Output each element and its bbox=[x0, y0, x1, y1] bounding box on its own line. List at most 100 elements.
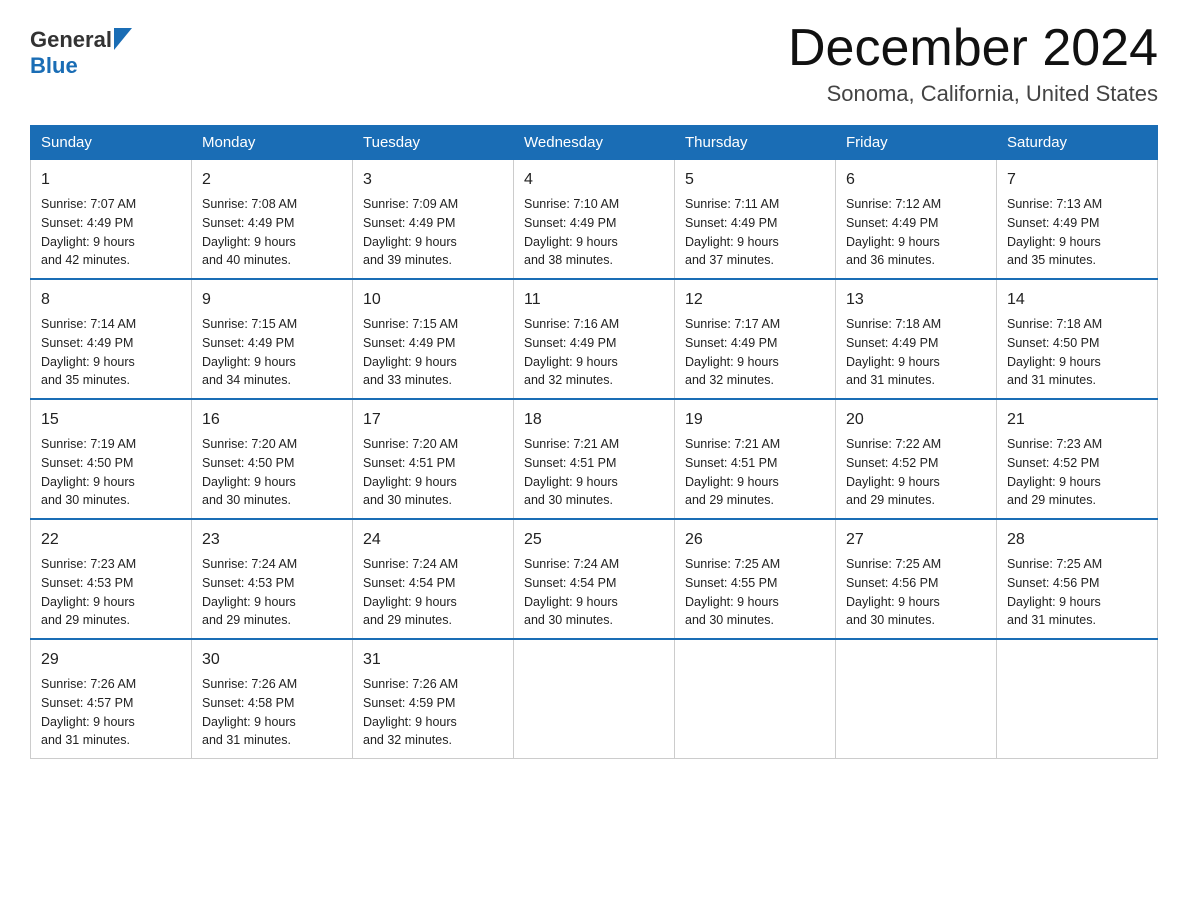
day-info: Sunrise: 7:14 AMSunset: 4:49 PMDaylight:… bbox=[41, 315, 181, 390]
day-number: 5 bbox=[685, 168, 825, 192]
table-row: 11Sunrise: 7:16 AMSunset: 4:49 PMDayligh… bbox=[514, 279, 675, 399]
col-wednesday: Wednesday bbox=[514, 126, 675, 160]
day-number: 7 bbox=[1007, 168, 1147, 192]
day-number: 23 bbox=[202, 528, 342, 552]
table-row: 6 Sunrise: 7:12 AMSunset: 4:49 PMDaylight… bbox=[836, 160, 997, 280]
day-info: Sunrise: 7:24 AMSunset: 4:54 PMDaylight:… bbox=[524, 555, 664, 630]
day-info: Sunrise: 7:18 AMSunset: 4:49 PMDaylight:… bbox=[846, 315, 986, 390]
table-row: 8Sunrise: 7:14 AMSunset: 4:49 PMDaylight… bbox=[31, 279, 192, 399]
table-row: 23 Sunrise: 7:24 AMSunset: 4:53 PMDayligh… bbox=[192, 519, 353, 639]
location-subtitle: Sonoma, California, United States bbox=[788, 81, 1158, 107]
day-info: Sunrise: 7:15 AMSunset: 4:49 PMDaylight:… bbox=[202, 315, 342, 390]
table-row: 21Sunrise: 7:23 AMSunset: 4:52 PMDayligh… bbox=[997, 399, 1158, 519]
day-info: Sunrise: 7:26 AMSunset: 4:58 PMDaylight:… bbox=[202, 675, 342, 750]
day-number: 11 bbox=[524, 288, 664, 312]
day-info: Sunrise: 7:18 AMSunset: 4:50 PMDaylight:… bbox=[1007, 315, 1147, 390]
calendar-table: Sunday Monday Tuesday Wednesday Thursday… bbox=[30, 125, 1158, 759]
calendar-week-row: 8Sunrise: 7:14 AMSunset: 4:49 PMDaylight… bbox=[31, 279, 1158, 399]
table-row: 28Sunrise: 7:25 AMSunset: 4:56 PMDayligh… bbox=[997, 519, 1158, 639]
table-row bbox=[836, 639, 997, 759]
day-number: 28 bbox=[1007, 528, 1147, 552]
table-row: 27Sunrise: 7:25 AMSunset: 4:56 PMDayligh… bbox=[836, 519, 997, 639]
col-sunday: Sunday bbox=[31, 126, 192, 160]
day-number: 24 bbox=[363, 528, 503, 552]
col-monday: Monday bbox=[192, 126, 353, 160]
logo-triangle-icon bbox=[112, 28, 132, 55]
day-number: 9 bbox=[202, 288, 342, 312]
logo-general-text: General bbox=[30, 27, 112, 53]
table-row: 26 Sunrise: 7:25 AMSunset: 4:55 PMDayligh… bbox=[675, 519, 836, 639]
day-info: Sunrise: 7:24 AMSunset: 4:54 PMDaylight:… bbox=[363, 555, 503, 630]
table-row: 24 Sunrise: 7:24 AMSunset: 4:54 PMDayligh… bbox=[353, 519, 514, 639]
calendar-week-row: 22 Sunrise: 7:23 AMSunset: 4:53 PMDayligh… bbox=[31, 519, 1158, 639]
day-info: Sunrise: 7:13 AMSunset: 4:49 PMDaylight:… bbox=[1007, 195, 1147, 270]
col-tuesday: Tuesday bbox=[353, 126, 514, 160]
day-number: 19 bbox=[685, 408, 825, 432]
day-info: Sunrise: 7:21 AMSunset: 4:51 PMDaylight:… bbox=[524, 435, 664, 510]
day-number: 15 bbox=[41, 408, 181, 432]
table-row: 17Sunrise: 7:20 AMSunset: 4:51 PMDayligh… bbox=[353, 399, 514, 519]
day-number: 16 bbox=[202, 408, 342, 432]
table-row: 30 Sunrise: 7:26 AMSunset: 4:58 PMDayligh… bbox=[192, 639, 353, 759]
table-row: 19 Sunrise: 7:21 AMSunset: 4:51 PMDayligh… bbox=[675, 399, 836, 519]
day-info: Sunrise: 7:24 AMSunset: 4:53 PMDaylight:… bbox=[202, 555, 342, 630]
day-number: 6 bbox=[846, 168, 986, 192]
day-info: Sunrise: 7:08 AMSunset: 4:49 PMDaylight:… bbox=[202, 195, 342, 270]
day-info: Sunrise: 7:12 AMSunset: 4:49 PMDaylight:… bbox=[846, 195, 986, 270]
table-row: 10Sunrise: 7:15 AMSunset: 4:49 PMDayligh… bbox=[353, 279, 514, 399]
day-info: Sunrise: 7:21 AMSunset: 4:51 PMDaylight:… bbox=[685, 435, 825, 510]
table-row: 25 Sunrise: 7:24 AMSunset: 4:54 PMDayligh… bbox=[514, 519, 675, 639]
table-row: 2 Sunrise: 7:08 AMSunset: 4:49 PMDaylight… bbox=[192, 160, 353, 280]
day-number: 13 bbox=[846, 288, 986, 312]
day-info: Sunrise: 7:15 AMSunset: 4:49 PMDaylight:… bbox=[363, 315, 503, 390]
table-row bbox=[997, 639, 1158, 759]
table-row bbox=[514, 639, 675, 759]
table-row: 18Sunrise: 7:21 AMSunset: 4:51 PMDayligh… bbox=[514, 399, 675, 519]
day-number: 22 bbox=[41, 528, 181, 552]
table-row: 16 Sunrise: 7:20 AMSunset: 4:50 PMDayligh… bbox=[192, 399, 353, 519]
month-title: December 2024 bbox=[788, 20, 1158, 77]
day-number: 14 bbox=[1007, 288, 1147, 312]
col-thursday: Thursday bbox=[675, 126, 836, 160]
day-info: Sunrise: 7:07 AMSunset: 4:49 PMDaylight:… bbox=[41, 195, 181, 270]
table-row: 29Sunrise: 7:26 AMSunset: 4:57 PMDayligh… bbox=[31, 639, 192, 759]
table-row: 15 Sunrise: 7:19 AMSunset: 4:50 PMDayligh… bbox=[31, 399, 192, 519]
day-number: 4 bbox=[524, 168, 664, 192]
day-number: 30 bbox=[202, 648, 342, 672]
table-row: 4 Sunrise: 7:10 AMSunset: 4:49 PMDaylight… bbox=[514, 160, 675, 280]
page-header: General Blue December 2024 Sonoma, Calif… bbox=[30, 20, 1158, 107]
day-info: Sunrise: 7:22 AMSunset: 4:52 PMDaylight:… bbox=[846, 435, 986, 510]
table-row: 20Sunrise: 7:22 AMSunset: 4:52 PMDayligh… bbox=[836, 399, 997, 519]
day-info: Sunrise: 7:23 AMSunset: 4:53 PMDaylight:… bbox=[41, 555, 181, 630]
table-row bbox=[675, 639, 836, 759]
day-number: 27 bbox=[846, 528, 986, 552]
day-info: Sunrise: 7:25 AMSunset: 4:55 PMDaylight:… bbox=[685, 555, 825, 630]
day-number: 25 bbox=[524, 528, 664, 552]
day-number: 1 bbox=[41, 168, 181, 192]
day-number: 3 bbox=[363, 168, 503, 192]
day-number: 12 bbox=[685, 288, 825, 312]
logo-blue-text: Blue bbox=[30, 53, 78, 78]
day-info: Sunrise: 7:11 AMSunset: 4:49 PMDaylight:… bbox=[685, 195, 825, 270]
calendar-week-row: 15 Sunrise: 7:19 AMSunset: 4:50 PMDayligh… bbox=[31, 399, 1158, 519]
day-info: Sunrise: 7:10 AMSunset: 4:49 PMDaylight:… bbox=[524, 195, 664, 270]
table-row: 5 Sunrise: 7:11 AMSunset: 4:49 PMDaylight… bbox=[675, 160, 836, 280]
table-row: 31 Sunrise: 7:26 AMSunset: 4:59 PMDayligh… bbox=[353, 639, 514, 759]
day-info: Sunrise: 7:17 AMSunset: 4:49 PMDaylight:… bbox=[685, 315, 825, 390]
table-row: 13 Sunrise: 7:18 AMSunset: 4:49 PMDayligh… bbox=[836, 279, 997, 399]
calendar-week-row: 1 Sunrise: 7:07 AMSunset: 4:49 PMDaylight… bbox=[31, 160, 1158, 280]
day-number: 26 bbox=[685, 528, 825, 552]
calendar-header-row: Sunday Monday Tuesday Wednesday Thursday… bbox=[31, 126, 1158, 160]
day-number: 2 bbox=[202, 168, 342, 192]
day-info: Sunrise: 7:19 AMSunset: 4:50 PMDaylight:… bbox=[41, 435, 181, 510]
day-number: 21 bbox=[1007, 408, 1147, 432]
day-info: Sunrise: 7:09 AMSunset: 4:49 PMDaylight:… bbox=[363, 195, 503, 270]
day-info: Sunrise: 7:26 AMSunset: 4:59 PMDaylight:… bbox=[363, 675, 503, 750]
day-number: 31 bbox=[363, 648, 503, 672]
day-info: Sunrise: 7:20 AMSunset: 4:50 PMDaylight:… bbox=[202, 435, 342, 510]
logo: General Blue bbox=[30, 20, 132, 79]
col-friday: Friday bbox=[836, 126, 997, 160]
title-block: December 2024 Sonoma, California, United… bbox=[788, 20, 1158, 107]
table-row: 12 Sunrise: 7:17 AMSunset: 4:49 PMDayligh… bbox=[675, 279, 836, 399]
day-info: Sunrise: 7:20 AMSunset: 4:51 PMDaylight:… bbox=[363, 435, 503, 510]
